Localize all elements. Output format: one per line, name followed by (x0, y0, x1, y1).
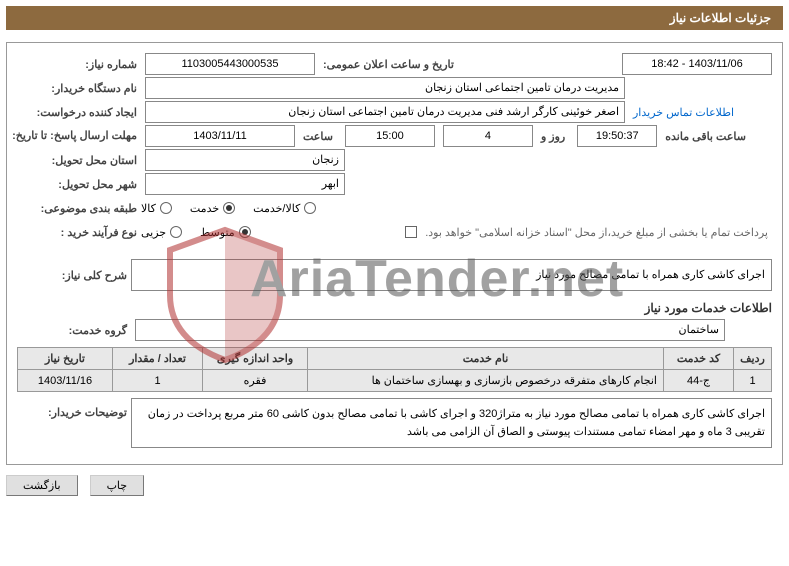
print-button[interactable]: چاپ (90, 475, 145, 496)
radio-service[interactable]: خدمت (190, 202, 235, 215)
td-name: انجام کارهای متفرقه درخصوص بازسازی و بهس… (308, 370, 664, 392)
td-unit: فقره (203, 370, 308, 392)
process-radios: جزیی متوسط (141, 226, 251, 239)
service-group-value: ساختمان (135, 319, 725, 341)
radio-partial[interactable]: جزیی (141, 226, 182, 239)
td-row: 1 (734, 370, 772, 392)
announce-value: 1403/11/06 - 18:42 (622, 53, 772, 75)
need-number-value: 1103005443000535 (145, 53, 315, 75)
header-title: جزئیات اطلاعات نیاز (670, 11, 771, 25)
th-unit: واحد اندازه گیری (203, 348, 308, 370)
radio-goods-label: کالا (141, 202, 156, 215)
radio-goods-service[interactable]: کالا/خدمت (253, 202, 316, 215)
action-buttons: چاپ بازگشت (6, 475, 783, 496)
buyer-org-label: نام دستگاه خریدار: (17, 82, 137, 95)
page-header: جزئیات اطلاعات نیاز (6, 6, 783, 30)
td-code: ج-44 (664, 370, 734, 392)
creator-value: اصغر خوئینی کارگر ارشد فنی مدیریت درمان … (145, 101, 625, 123)
radio-goods-service-label: کالا/خدمت (253, 202, 300, 215)
buyer-contact-link[interactable]: اطلاعات تماس خریدار (629, 106, 738, 119)
category-label: طبقه بندی موضوعی: (17, 202, 137, 215)
radio-medium-label: متوسط (200, 226, 235, 239)
td-qty: 1 (113, 370, 203, 392)
creator-label: ایجاد کننده درخواست: (17, 106, 137, 119)
th-code: کد خدمت (664, 348, 734, 370)
radio-circle-icon (170, 226, 182, 238)
delivery-province-label: استان محل تحویل: (17, 154, 137, 167)
radio-circle-icon (160, 202, 172, 214)
radio-partial-label: جزیی (141, 226, 166, 239)
buyer-org-value: مدیریت درمان تامین اجتماعی استان زنجان (145, 77, 625, 99)
need-summary-text: اجرای کاشی کاری همراه با تمامی مصالح مور… (131, 259, 772, 291)
announce-label: تاریخ و ساعت اعلان عمومی: (319, 58, 458, 71)
table-row: 1 ج-44 انجام کارهای متفرقه درخصوص بازساز… (18, 370, 772, 392)
radio-circle-icon (239, 226, 251, 238)
deadline-date: 1403/11/11 (145, 125, 295, 147)
treasury-note: پرداخت تمام یا بخشی از مبلغ خرید،از محل … (421, 226, 772, 239)
service-group-label: گروه خدمت: (17, 324, 127, 337)
hour-label: ساعت (299, 130, 337, 143)
services-section-title: اطلاعات خدمات مورد نیاز (17, 301, 772, 315)
buyer-notes-label: توضیحات خریدار: (17, 398, 127, 419)
time-remaining: 19:50:37 (577, 125, 657, 147)
time-remaining-label: ساعت باقی مانده (661, 130, 750, 143)
radio-service-label: خدمت (190, 202, 219, 215)
th-name: نام خدمت (308, 348, 664, 370)
details-panel: شماره نیاز: 1103005443000535 تاریخ و ساع… (6, 42, 783, 465)
delivery-province-value: زنجان (145, 149, 345, 171)
need-summary-label: شرح کلی نیاز: (17, 269, 127, 282)
th-row: ردیف (734, 348, 772, 370)
category-radios: کالا خدمت کالا/خدمت (141, 202, 316, 215)
services-table: ردیف کد خدمت نام خدمت واحد اندازه گیری ت… (17, 347, 772, 392)
radio-medium[interactable]: متوسط (200, 226, 251, 239)
process-type-label: نوع فرآیند خرید : (17, 226, 137, 239)
th-qty: تعداد / مقدار (113, 348, 203, 370)
days-remaining: 4 (443, 125, 533, 147)
delivery-city-value: ابهر (145, 173, 345, 195)
radio-goods[interactable]: کالا (141, 202, 172, 215)
back-button[interactable]: بازگشت (6, 475, 78, 496)
td-need-date: 1403/11/16 (18, 370, 113, 392)
th-need-date: تاریخ نیاز (18, 348, 113, 370)
days-label: روز و (537, 130, 569, 143)
treasury-checkbox[interactable] (405, 226, 417, 238)
need-number-label: شماره نیاز: (17, 58, 137, 71)
deadline-label: مهلت ارسال پاسخ: تا تاریخ: (17, 130, 137, 143)
deadline-hour: 15:00 (345, 125, 435, 147)
buyer-notes-text: اجرای کاشی کاری همراه با تمامی مصالح مور… (131, 398, 772, 448)
radio-circle-icon (304, 202, 316, 214)
delivery-city-label: شهر محل تحویل: (17, 178, 137, 191)
radio-circle-icon (223, 202, 235, 214)
